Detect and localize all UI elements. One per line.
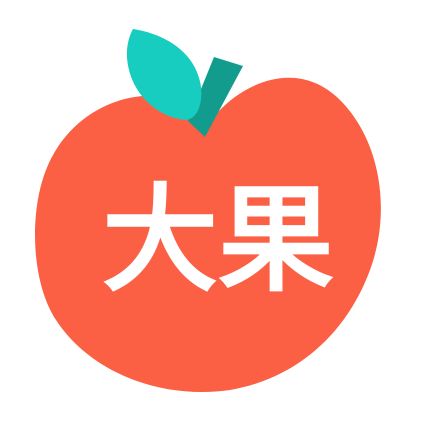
logo-text: 大果 (102, 173, 334, 308)
app-logo: 大果 (0, 0, 434, 434)
apple-logo-graphic: 大果 (35, 29, 381, 393)
